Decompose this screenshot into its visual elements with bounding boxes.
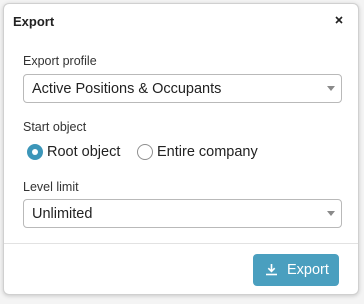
- level-limit-value: Unlimited: [32, 206, 93, 222]
- radio-root-object-label: Root object: [47, 144, 121, 160]
- start-object-label: Start object: [23, 120, 87, 134]
- footer-divider: [4, 243, 358, 244]
- download-icon: [265, 263, 278, 276]
- dialog-header: Export: [4, 4, 358, 40]
- level-limit-label: Level limit: [23, 180, 79, 194]
- dialog-title: Export: [13, 14, 55, 29]
- export-button-label: Export: [287, 262, 329, 278]
- radio-unchecked-icon: [137, 144, 153, 160]
- export-profile-label: Export profile: [23, 54, 97, 68]
- chevron-down-icon: [327, 86, 335, 91]
- level-limit-select[interactable]: Unlimited: [23, 199, 342, 228]
- export-dialog: Export Export profile Active Positions &…: [3, 3, 359, 295]
- radio-entire-company-label: Entire company: [157, 144, 258, 160]
- export-profile-select[interactable]: Active Positions & Occupants: [23, 74, 342, 103]
- export-button[interactable]: Export: [253, 254, 339, 286]
- chevron-down-icon: [327, 211, 335, 216]
- close-icon[interactable]: [332, 13, 346, 27]
- radio-checked-icon: [27, 144, 43, 160]
- export-profile-value: Active Positions & Occupants: [32, 81, 222, 97]
